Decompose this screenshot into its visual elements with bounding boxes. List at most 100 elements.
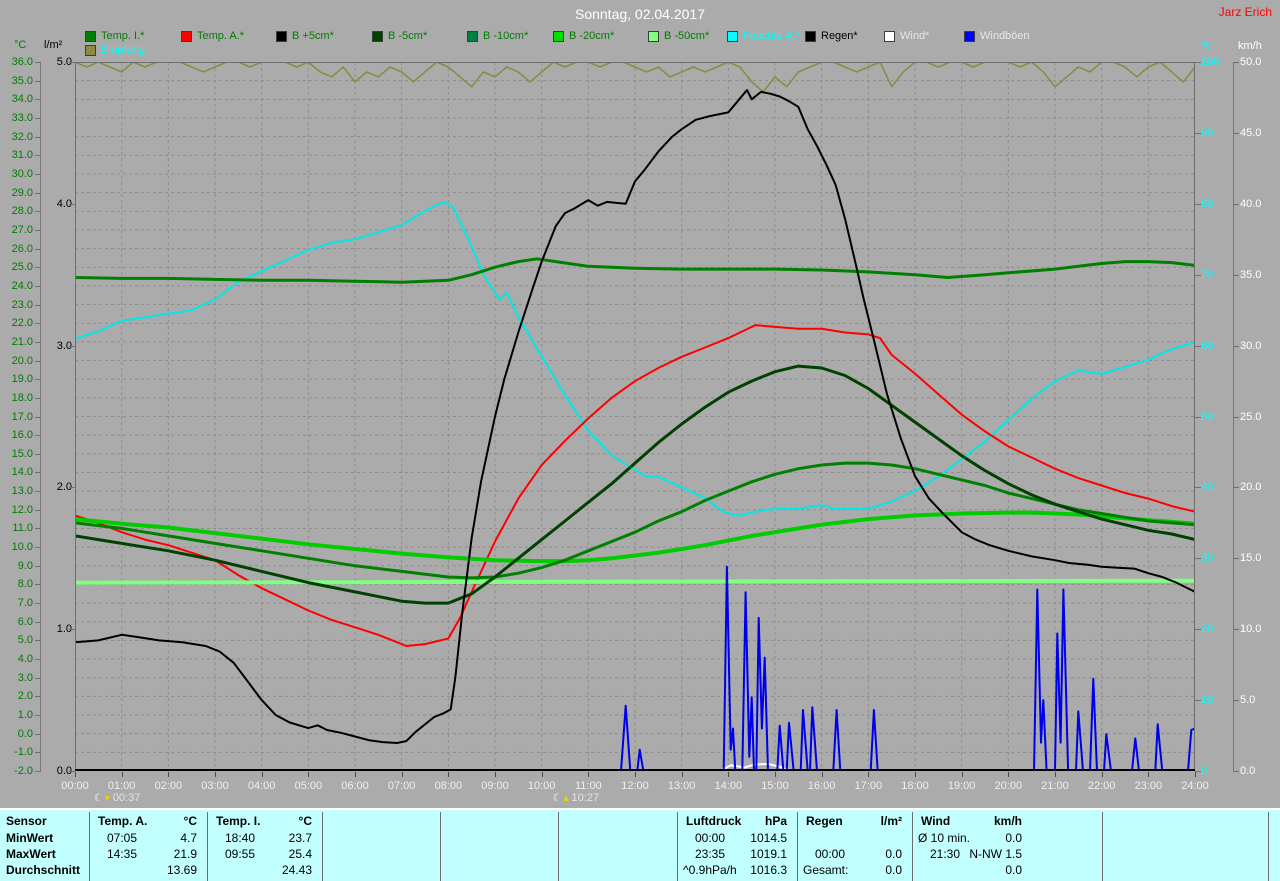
- x-axis-tick-0: 00:00: [61, 780, 89, 792]
- temp-tick-mark: [35, 603, 41, 604]
- temp-tick-mark: [35, 361, 41, 362]
- legend-swatch-temp_i: [85, 31, 96, 42]
- temp-axis-tick-12: 12.0: [2, 504, 33, 516]
- temp-axis-tick-26: 26.0: [2, 243, 33, 255]
- astro-marker-time: 10:27: [572, 792, 600, 804]
- temp-axis-tick-23: 23.0: [2, 299, 33, 311]
- hour-tick-mark: [122, 772, 123, 777]
- kmh-axis-tick-45: 45.0: [1240, 127, 1276, 139]
- temp-axis-tick-30: 30.0: [2, 168, 33, 180]
- x-axis-tick-12: 12:00: [621, 780, 649, 792]
- hour-tick-mark: [542, 772, 543, 777]
- left-rain-unit-label: l/m²: [44, 39, 62, 51]
- author-label: Jarz Erich: [1219, 5, 1272, 19]
- legend-item-b_plus5[interactable]: B +5cm*: [276, 30, 334, 42]
- kmh-tick-mark: [1233, 487, 1239, 488]
- temp-tick-mark: [35, 155, 41, 156]
- x-axis-tick-21: 21:00: [1041, 780, 1069, 792]
- temp-axis-tick-28: 28.0: [2, 205, 33, 217]
- table-separator: [558, 812, 559, 881]
- table-separator: [912, 812, 913, 881]
- legend-item-temp_i[interactable]: Temp. I.*: [85, 30, 144, 42]
- table-cell-max-value: 25.4: [222, 847, 312, 862]
- temp-tick-mark: [35, 752, 41, 753]
- moonset-icon: ☾▼: [94, 792, 112, 804]
- rain-axis-tick-4: 4.0: [42, 198, 72, 210]
- legend-item-windboen[interactable]: Windböen: [964, 30, 1030, 42]
- table-cell-max-value: 1019.1: [697, 847, 787, 862]
- table-col-unit: l/m²: [832, 814, 902, 829]
- gridlines: [75, 62, 1195, 771]
- temp-tick-mark: [35, 99, 41, 100]
- legend-item-b_minus20[interactable]: B -20cm*: [553, 30, 614, 42]
- temp-axis-tick-13: 13.0: [2, 485, 33, 497]
- x-axis-tick-6: 06:00: [341, 780, 369, 792]
- table-separator: [89, 812, 90, 881]
- temp-axis-tick-16: 16.0: [2, 429, 33, 441]
- table-col-unit: °C: [127, 814, 197, 829]
- table-separator: [1268, 812, 1269, 881]
- legend-item-temp_a[interactable]: Temp. A.*: [181, 30, 244, 42]
- temp-tick-mark: [35, 435, 41, 436]
- table-separator: [797, 812, 798, 881]
- table-separator: [677, 812, 678, 881]
- table-separator: [1102, 812, 1103, 881]
- percent-tick-mark: [1195, 487, 1201, 488]
- x-axis-tick-14: 14:00: [715, 780, 743, 792]
- legend-item-regen[interactable]: Regen*: [805, 30, 858, 42]
- x-axis-tick-16: 16:00: [808, 780, 836, 792]
- x-axis-tick-17: 17:00: [855, 780, 883, 792]
- right-kmh-unit-label: km/h: [1238, 40, 1262, 52]
- legend-item-empfang[interactable]: Empfang: [85, 44, 145, 56]
- percent-tick-mark: [1195, 417, 1201, 418]
- legend-label-b_minus20: B -20cm*: [569, 30, 614, 42]
- table-col-unit: km/h: [952, 814, 1022, 829]
- hour-tick-mark: [1055, 772, 1056, 777]
- temp-axis-tick-25: 25.0: [2, 261, 33, 273]
- table-cell-min-value: 0.0: [932, 831, 1022, 846]
- hour-tick-mark: [962, 772, 963, 777]
- temp-tick-mark: [35, 286, 41, 287]
- temp-axis-tick-31: 31.0: [2, 149, 33, 161]
- temp-axis-tick-18: 18.0: [2, 392, 33, 404]
- legend-swatch-wind: [884, 31, 895, 42]
- temp-axis-tick-34: 34.0: [2, 93, 33, 105]
- table-row-label-maxwert: MaxWert: [6, 847, 56, 862]
- table-col-unit: hPa: [717, 814, 787, 829]
- temp-axis-tick-2: 2.0: [2, 690, 33, 702]
- temp-tick-mark: [35, 472, 41, 473]
- x-axis-tick-4: 04:00: [248, 780, 276, 792]
- legend-item-b_minus5[interactable]: B -5cm*: [372, 30, 427, 42]
- table-cell-avg-value: 24.43: [222, 863, 312, 878]
- temp-tick-mark: [35, 454, 41, 455]
- temp-axis-tick-24: 24.0: [2, 280, 33, 292]
- x-axis-tick-3: 03:00: [201, 780, 229, 792]
- legend-item-wind[interactable]: Wind*: [884, 30, 929, 42]
- x-axis-tick-11: 11:00: [575, 780, 602, 792]
- kmh-tick-mark: [1233, 771, 1239, 772]
- rain-tick-mark: [69, 629, 75, 630]
- kmh-axis-tick-15: 15.0: [1240, 552, 1276, 564]
- legend-item-feuchte[interactable]: Feuchte A.*: [727, 30, 800, 42]
- x-axis-tick-18: 18:00: [901, 780, 929, 792]
- kmh-tick-mark: [1233, 629, 1239, 630]
- hour-tick-mark: [262, 772, 263, 777]
- kmh-tick-mark: [1233, 275, 1239, 276]
- temp-tick-mark: [35, 547, 41, 548]
- temp-tick-mark: [35, 771, 41, 772]
- legend-item-b_minus50[interactable]: B -50cm*: [648, 30, 709, 42]
- rain-axis-tick-2: 2.0: [42, 481, 72, 493]
- temp-tick-mark: [35, 118, 41, 119]
- temp-axis-tick-9: 9.0: [2, 560, 33, 572]
- percent-tick-mark: [1195, 204, 1201, 205]
- temp-axis-tick-17: 17.0: [2, 411, 33, 423]
- temp-tick-mark: [35, 230, 41, 231]
- kmh-axis-tick-0: 0.0: [1240, 765, 1276, 777]
- temp-axis-tick-20: 20.0: [2, 355, 33, 367]
- temp-axis-tick-35: 35.0: [2, 75, 33, 87]
- legend-label-regen: Regen*: [821, 30, 858, 42]
- temp-axis-tick-1: 1.0: [2, 709, 33, 721]
- temp-axis-tick-36: 36.0: [2, 56, 33, 68]
- legend-item-b_minus10[interactable]: B -10cm*: [467, 30, 528, 42]
- temp-axis-tick-15: 15.0: [2, 448, 33, 460]
